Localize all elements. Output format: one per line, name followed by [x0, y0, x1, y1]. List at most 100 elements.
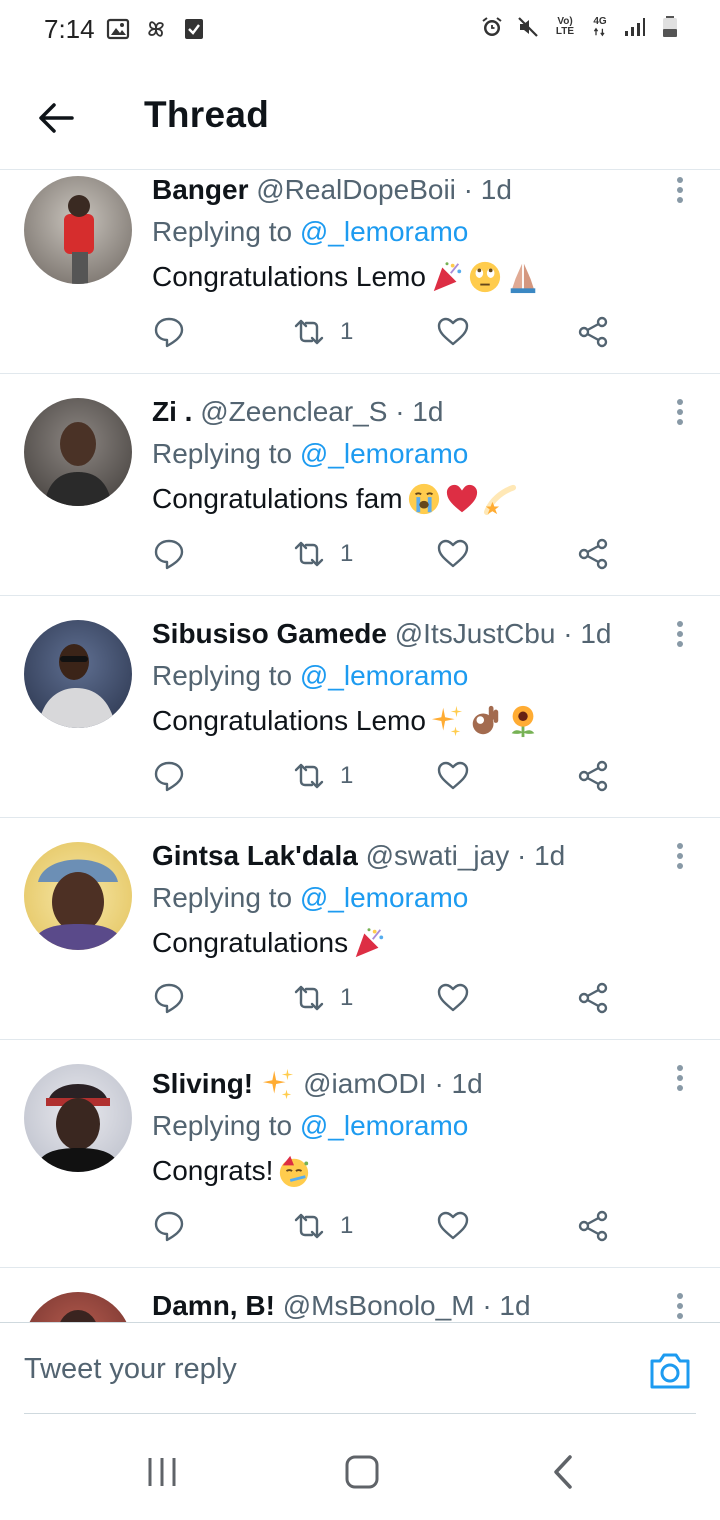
mention-link[interactable]: @_lemoramo	[300, 216, 468, 247]
retweet-button[interactable]: 1	[292, 1204, 353, 1248]
more-options-button[interactable]	[670, 614, 690, 654]
tweet-header: Banger @RealDopeBoii · 1d	[152, 170, 660, 210]
avatar[interactable]	[24, 1064, 132, 1172]
user-name[interactable]: Sibusiso Gamede	[152, 618, 387, 649]
recents-button[interactable]	[132, 1444, 192, 1500]
image-icon	[106, 16, 130, 42]
like-button[interactable]	[436, 310, 470, 354]
tweet-header: Sliving! @iamODI · 1d	[152, 1064, 660, 1104]
tweet[interactable]: Banger @RealDopeBoii · 1d Replying to @_…	[0, 170, 720, 374]
user-name[interactable]: Zi .	[152, 396, 192, 427]
retweet-button[interactable]: 1	[292, 754, 353, 798]
replying-to: Replying to @_lemoramo	[152, 1110, 469, 1141]
avatar[interactable]	[24, 1292, 132, 1322]
sparkles-emoji	[431, 705, 463, 737]
avatar[interactable]	[24, 842, 132, 950]
more-options-button[interactable]	[670, 392, 690, 432]
more-options-button[interactable]	[670, 170, 690, 210]
tweet-actions: 1	[152, 754, 620, 798]
back-button[interactable]	[30, 92, 82, 144]
share-icon	[578, 316, 608, 348]
user-name[interactable]: Banger	[152, 174, 248, 205]
share-button[interactable]	[576, 976, 610, 1020]
retweet-count: 1	[340, 318, 354, 345]
reply-bar	[0, 1322, 720, 1415]
share-icon	[578, 982, 608, 1014]
tweet-text: Congratulations Lemo	[152, 698, 660, 744]
mute-icon	[516, 14, 540, 40]
reply-input[interactable]	[24, 1323, 624, 1415]
partying-face-emoji	[280, 1155, 309, 1188]
header: Thread	[0, 62, 720, 170]
tweet-text: Congrats!	[152, 1148, 660, 1194]
like-button[interactable]	[436, 1204, 470, 1248]
share-button[interactable]	[576, 1204, 610, 1248]
retweet-button[interactable]: 1	[292, 310, 353, 354]
home-button[interactable]	[332, 1444, 392, 1500]
more-options-button[interactable]	[670, 836, 690, 876]
more-vertical-icon	[677, 843, 683, 869]
tweet[interactable]: Sibusiso Gamede @ItsJustCbu · 1d Replyin…	[0, 596, 720, 818]
volte-icon: Vo) LTE	[555, 16, 575, 37]
tweet[interactable]: Damn, B! @MsBonolo_M · 1d	[0, 1268, 720, 1322]
like-button[interactable]	[436, 976, 470, 1020]
replying-to: Replying to @_lemoramo	[152, 660, 469, 691]
thread-feed[interactable]: Banger @RealDopeBoii · 1d Replying to @_…	[0, 170, 720, 1322]
tweet-time: · 1d	[463, 174, 512, 205]
retweet-icon	[294, 763, 324, 789]
reply-button[interactable]	[152, 976, 186, 1020]
retweet-icon	[294, 541, 324, 567]
mention-link[interactable]: @_lemoramo	[300, 660, 468, 691]
share-button[interactable]	[576, 754, 610, 798]
avatar[interactable]	[24, 398, 132, 506]
tweet[interactable]: Zi . @Zeenclear_S · 1d Replying to @_lem…	[0, 374, 720, 596]
retweet-icon	[294, 319, 324, 345]
tweet-text: Congratulations fam	[152, 476, 660, 522]
party-popper-emoji	[355, 928, 384, 958]
avatar-image	[44, 422, 112, 506]
retweet-button[interactable]: 1	[292, 976, 353, 1020]
user-name[interactable]: Gintsa Lak'dala	[152, 840, 358, 871]
reply-button[interactable]	[152, 310, 186, 354]
share-button[interactable]	[576, 532, 610, 576]
share-icon	[578, 760, 608, 792]
more-vertical-icon	[677, 399, 683, 425]
user-handle[interactable]: @iamODI	[303, 1064, 426, 1104]
nav-bar	[0, 1414, 720, 1520]
avatar[interactable]	[24, 176, 132, 284]
like-button[interactable]	[436, 754, 470, 798]
user-handle[interactable]: @swati_jay	[366, 840, 510, 871]
like-button[interactable]	[436, 532, 470, 576]
battery-icon	[658, 14, 682, 40]
reply-button[interactable]	[152, 532, 186, 576]
red-heart-emoji	[446, 484, 477, 513]
arrow-left-icon	[39, 103, 74, 133]
user-handle[interactable]: @MsBonolo_M	[283, 1290, 475, 1321]
nav-back-button[interactable]	[534, 1444, 594, 1500]
avatar[interactable]	[24, 620, 132, 728]
tweet[interactable]: Gintsa Lak'dala @swati_jay · 1d Replying…	[0, 818, 720, 1040]
tweet-actions: 1	[152, 1204, 620, 1248]
tweet[interactable]: Sliving! @iamODI · 1d Replying to @_lemo…	[0, 1040, 720, 1268]
share-button[interactable]	[576, 310, 610, 354]
status-time: 7:14	[44, 14, 95, 44]
avatar-image	[34, 1084, 122, 1172]
user-handle[interactable]: @Zeenclear_S	[200, 396, 387, 427]
mention-link[interactable]: @_lemoramo	[300, 1110, 468, 1141]
user-handle[interactable]: @RealDopeBoii	[256, 174, 456, 205]
user-name[interactable]: Damn, B!	[152, 1290, 275, 1321]
heart-icon	[437, 761, 469, 790]
tweet-time: · 1d	[482, 1290, 531, 1321]
retweet-button[interactable]: 1	[292, 532, 353, 576]
tweet-text: Congratulations Lemo	[152, 254, 660, 300]
user-name[interactable]: Sliving!	[152, 1064, 253, 1104]
more-options-button[interactable]	[670, 1058, 690, 1098]
camera-button[interactable]	[648, 1349, 692, 1393]
more-options-button[interactable]	[670, 1286, 690, 1322]
more-vertical-icon	[677, 621, 683, 647]
mention-link[interactable]: @_lemoramo	[300, 882, 468, 913]
reply-button[interactable]	[152, 754, 186, 798]
mention-link[interactable]: @_lemoramo	[300, 438, 468, 469]
reply-button[interactable]	[152, 1204, 186, 1248]
user-handle[interactable]: @ItsJustCbu	[395, 618, 556, 649]
